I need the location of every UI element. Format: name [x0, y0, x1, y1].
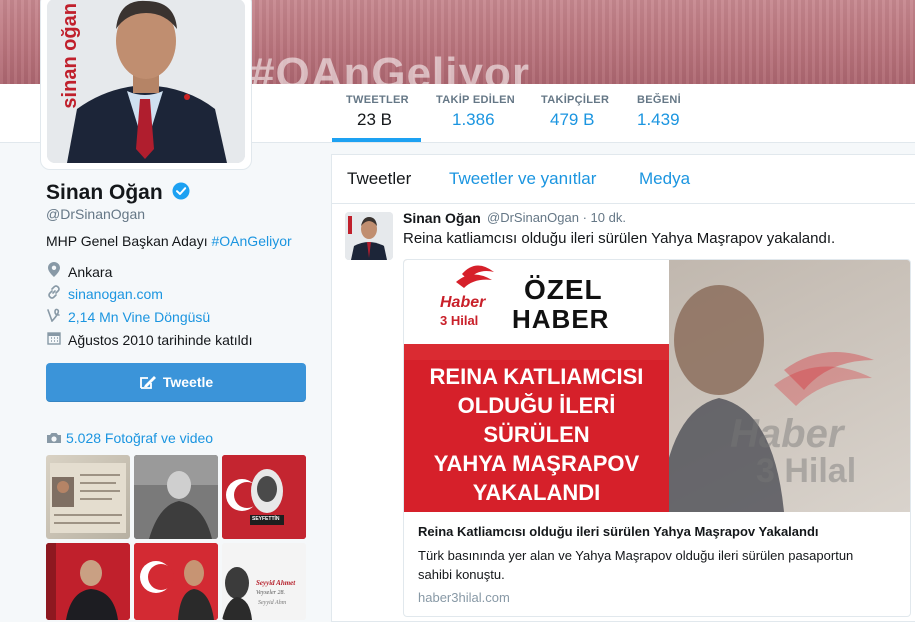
nav-followers-value: 479 B [550, 110, 595, 129]
profile-bio: MHP Genel Başkan Adayı #OAnGeliyor [46, 233, 292, 249]
profile-handle: @DrSinanOgan [46, 206, 146, 222]
card-headline-line-1: REINA KATLIAMCISI [429, 364, 644, 389]
card-image: Haber 3 Hilal ÖZEL HABER REINA KATLIAMCI… [404, 260, 910, 512]
banner-hashtag: #OAnGeliyor [250, 49, 530, 85]
card-headline-line-2: OLDUĞU İLERİ [457, 393, 616, 418]
card-badge-line-1: ÖZEL [524, 274, 603, 305]
nav-followers-label: TAKİPÇİLER [541, 94, 610, 106]
nav-following-value: 1.386 [452, 110, 495, 129]
timeline: Tweetler Tweetler ve yanıtlar Medya Sina… [331, 154, 915, 622]
profile-joined: Ağustos 2010 tarihinde katıldı [46, 331, 252, 348]
joined-text: Ağustos 2010 tarihinde katıldı [68, 332, 253, 348]
thumb-6-line-3: Seyyid Ahm [258, 600, 287, 606]
verified-badge-icon [172, 182, 190, 200]
tweet-author-handle[interactable]: @DrSinanOgan · 10 dk. [487, 210, 626, 225]
vine-icon [46, 308, 62, 325]
card-headline-line-4: YAHYA MAŞRAPOV [433, 451, 640, 476]
tab-tweets-replies[interactable]: Tweetler ve yanıtlar [449, 169, 596, 189]
website-link[interactable]: sinanogan.com [68, 286, 163, 302]
profile-vine: 2,14 Mn Vine Döngüsü [46, 308, 210, 325]
link-icon [46, 285, 62, 302]
profile-website: sinanogan.com [46, 285, 163, 302]
camera-icon [47, 433, 61, 443]
thumb-speaker-photo [46, 543, 130, 620]
bio-hashtag-link[interactable]: #OAnGeliyor [212, 233, 292, 249]
card-watermark-top: Haber [730, 412, 844, 456]
thumb-portrait-flag [222, 455, 306, 539]
avatar-brand-text: sinan oğan [59, 3, 81, 109]
tweet-button[interactable]: Tweetle [46, 363, 306, 402]
nav-following[interactable]: TAKİP EDİLEN 1.386 [436, 94, 515, 130]
card-title: Reina Katliamcısı olduğu ileri sürülen Y… [418, 524, 819, 539]
tweet-button-label: Tweetle [162, 374, 214, 390]
card-headline-line-5: YAKALANDI [472, 480, 601, 505]
tab-tweets[interactable]: Tweetler [347, 169, 411, 189]
nav-likes[interactable]: BEĞENİ 1.439 [637, 94, 681, 130]
nav-tweets[interactable]: TWEETLER 23 B [346, 94, 409, 130]
card-logo-bottom: 3 Hilal [440, 313, 479, 328]
tweet-avatar[interactable] [345, 212, 393, 260]
thumb-passport-image [50, 463, 126, 533]
card-domain: haber3hilal.com [418, 590, 510, 605]
card-description: Türk basınında yer alan ve Yahya Maşrapo… [418, 548, 854, 582]
tweet-author-name[interactable]: Sinan Oğan [403, 210, 481, 226]
nav-tweets-label: TWEETLER [346, 94, 409, 106]
nav-tweets-value: 23 B [357, 110, 392, 129]
photos-videos-link[interactable]: 5.028 Fotoğraf ve video [46, 430, 213, 446]
photo-thumb-5[interactable] [134, 543, 218, 620]
card-headline: REINA KATLIAMCISI OLDUĞU İLERİ SÜRÜLEN Y… [404, 362, 669, 507]
tweet-text: Reina katliamcısı olduğu ileri sürülen Y… [403, 230, 836, 247]
profile-location: Ankara [46, 262, 112, 280]
thumb-3-caption: SEYFETTİN [252, 516, 280, 522]
calendar-icon [46, 331, 62, 348]
tweet-link-card[interactable]: Haber 3 Hilal ÖZEL HABER REINA KATLIAMCI… [403, 259, 911, 617]
thumb-bw-photo [134, 455, 218, 539]
photo-thumb-3[interactable]: SEYFETTİN [222, 455, 306, 539]
tab-media[interactable]: Medya [639, 169, 690, 189]
nav-followers[interactable]: TAKİPÇİLER 479 B [541, 94, 609, 130]
thumb-6-line-1: Seyyid Ahmet [256, 579, 296, 587]
card-badge-line-2: HABER [512, 304, 610, 334]
photo-thumb-6[interactable]: Seyyid Ahmet Veyseler 28. Seyyid Ahm [222, 543, 306, 620]
card-watermark-bottom: 3 Hilal [756, 452, 857, 490]
profile-avatar[interactable]: sinan oğan [40, 0, 252, 170]
photos-videos-label: 5.028 Fotoğraf ve video [66, 430, 214, 446]
thumb-6-line-2: Veyseler 28. [256, 590, 285, 596]
nav-following-label: TAKİP EDİLEN [436, 94, 515, 106]
avatar-photo: sinan oğan [47, 0, 245, 163]
bio-text: MHP Genel Başkan Adayı [46, 233, 212, 249]
location-text: Ankara [68, 264, 113, 280]
card-headline-line-3: SÜRÜLEN [483, 422, 590, 447]
vine-link[interactable]: 2,14 Mn Vine Döngüsü [68, 309, 210, 325]
timeline-tabs: Tweetler Tweetler ve yanıtlar Medya [332, 155, 915, 204]
compose-icon [139, 376, 156, 389]
thumb-flag-portrait [134, 543, 218, 620]
photo-thumb-4[interactable] [46, 543, 130, 620]
tweet-avatar-image [345, 212, 393, 260]
photo-thumb-1[interactable] [46, 455, 130, 539]
profile-name: Sinan Oğan [46, 181, 163, 204]
card-logo-top: Haber [440, 294, 486, 311]
nav-active-indicator [332, 138, 421, 142]
location-pin-icon [46, 262, 62, 280]
nav-likes-label: BEĞENİ [637, 94, 681, 106]
nav-likes-value: 1.439 [637, 110, 680, 129]
photo-thumb-2[interactable] [134, 455, 218, 539]
